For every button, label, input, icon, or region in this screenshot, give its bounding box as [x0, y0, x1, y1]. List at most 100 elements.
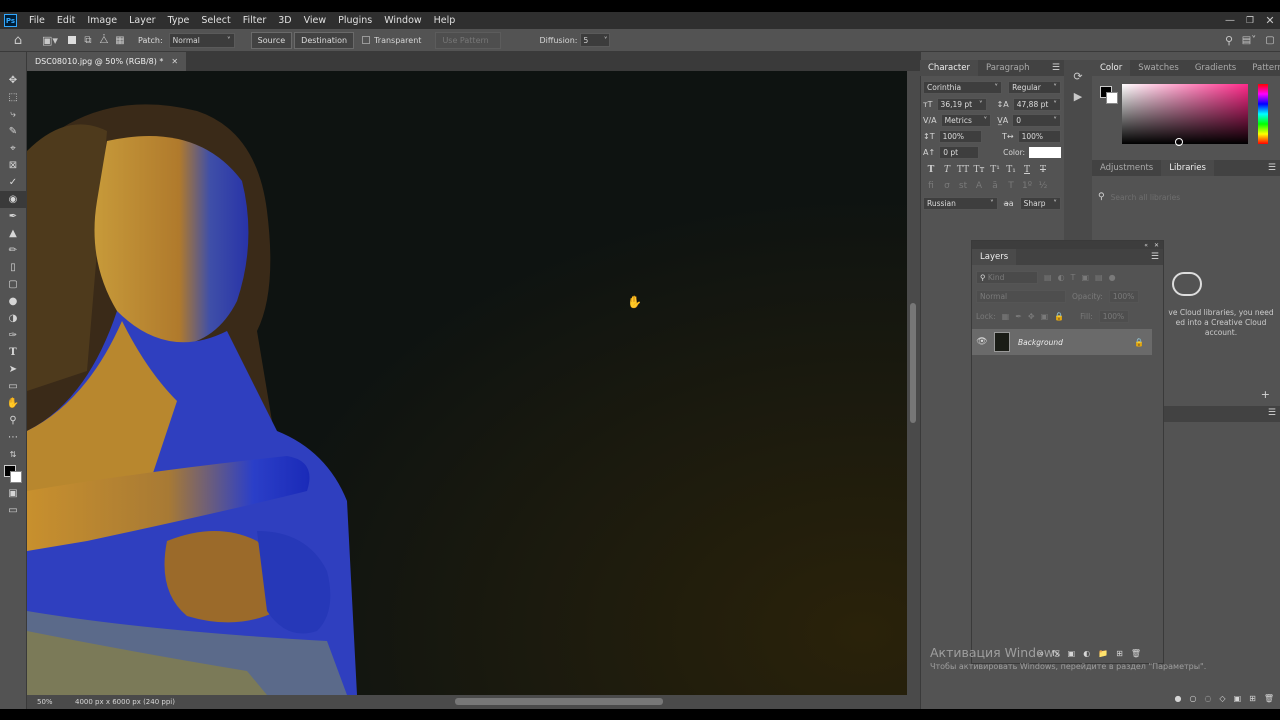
font-style-select[interactable]: Regular ˅ — [1008, 81, 1061, 94]
tracking-input[interactable]: 0 ˅ — [1012, 114, 1061, 127]
faux-italic-icon[interactable]: T — [939, 165, 955, 175]
frame-tool-icon[interactable]: ⊠ — [0, 157, 26, 174]
tab-character[interactable]: Character — [920, 60, 978, 76]
play-actions-icon[interactable]: ▶ — [1064, 86, 1092, 106]
small-caps-icon[interactable]: Tᴛ — [971, 165, 987, 175]
menu-image[interactable]: Image — [81, 15, 123, 26]
menu-plugins[interactable]: Plugins — [332, 15, 378, 26]
more-tools-icon[interactable]: ⋯ — [0, 429, 26, 446]
type-tool-icon[interactable]: T — [0, 344, 26, 361]
history-brush-tool-icon[interactable]: ✏ — [0, 242, 26, 259]
ligature-icon[interactable]: fi — [923, 181, 939, 191]
horizontal-scrollbar[interactable] — [455, 698, 663, 705]
diffusion-input[interactable]: 5 ˅ — [580, 33, 611, 47]
circle-outline-icon[interactable]: ○ — [1189, 694, 1196, 703]
lock-pixels-icon[interactable]: ✒ — [1015, 312, 1022, 321]
horizontal-scale-input[interactable]: 100% — [1017, 130, 1061, 143]
quick-mask-icon[interactable]: ▣ — [0, 485, 26, 502]
hue-slider[interactable] — [1258, 84, 1268, 144]
dodge-tool-icon[interactable]: ◑ — [0, 310, 26, 327]
visibility-eye-icon[interactable]: 👁 — [972, 337, 992, 347]
screen-mode-icon[interactable]: ▭ — [0, 502, 26, 519]
shape-filter-icon[interactable]: ▣ — [1081, 273, 1089, 282]
home-icon[interactable]: ⌂ — [0, 33, 36, 48]
vertical-scale-input[interactable]: 100% — [938, 130, 982, 143]
tab-adjustments[interactable]: Adjustments — [1092, 160, 1161, 176]
gradient-tool-icon[interactable]: ▢ — [0, 276, 26, 293]
menu-edit[interactable]: Edit — [51, 15, 81, 26]
panel-menu-icon[interactable]: ☰ — [1268, 163, 1280, 173]
use-pattern-button[interactable]: Use Pattern — [435, 31, 502, 49]
swash-icon[interactable]: A — [971, 181, 987, 191]
leading-input[interactable]: 47,88 pt ˅ — [1012, 98, 1061, 111]
patch-tool-icon[interactable]: ◉ — [0, 191, 26, 208]
history-icon[interactable]: ⟳ — [1064, 66, 1092, 86]
layer-name[interactable]: Background — [1018, 338, 1063, 347]
menu-help[interactable]: Help — [428, 15, 462, 26]
blur-tool-icon[interactable]: ● — [0, 293, 26, 310]
lock-artboard-icon[interactable]: ▣ — [1041, 312, 1049, 321]
hand-tool-icon[interactable]: ✋ — [0, 395, 26, 412]
close-icon[interactable]: ✕ — [1260, 14, 1280, 27]
marquee-tool-icon[interactable]: ⬚ — [0, 89, 26, 106]
text-color-swatch[interactable] — [1029, 147, 1061, 158]
brush-tool-icon[interactable]: ✒ — [0, 208, 26, 225]
menu-select[interactable]: Select — [195, 15, 236, 26]
vertical-scrollbar[interactable] — [907, 71, 920, 695]
tab-patterns[interactable]: Patterns — [1244, 60, 1280, 76]
font-size-input[interactable]: 36,19 pt ˅ — [936, 98, 987, 111]
collapse-icon[interactable]: « — [1144, 242, 1148, 249]
superscript-icon[interactable]: T¹ — [987, 165, 1003, 175]
path-selection-tool-icon[interactable]: ➤ — [0, 361, 26, 378]
blend-mode-select[interactable]: Normal — [976, 290, 1066, 303]
patch-select[interactable]: Normal ˅ — [168, 32, 235, 48]
tab-gradients[interactable]: Gradients — [1187, 60, 1244, 76]
lock-transparent-icon[interactable]: ▦ — [1002, 312, 1010, 321]
destination-button[interactable]: Destination — [294, 31, 355, 49]
font-family-select[interactable]: Corinthia ˅ — [923, 81, 1003, 94]
trash-icon[interactable]: 🗑 — [1264, 694, 1274, 703]
add-selection-icon[interactable]: ⧉ — [80, 35, 96, 46]
quick-selection-tool-icon[interactable]: ✎ — [0, 123, 26, 140]
all-caps-icon[interactable]: TT — [955, 165, 971, 175]
source-button[interactable]: Source — [250, 31, 293, 49]
lock-all-icon[interactable]: 🔒 — [1054, 312, 1064, 321]
background-color-swatch[interactable] — [10, 471, 22, 483]
dotted-circle-icon[interactable]: ◌ — [1204, 694, 1211, 703]
kerning-select[interactable]: Metrics ˅ — [940, 114, 992, 127]
fractions-icon[interactable]: ½ — [1035, 181, 1051, 191]
stylistic-alt-icon[interactable]: ã — [987, 181, 1003, 191]
color-field[interactable] — [1122, 84, 1248, 144]
crop-tool-icon[interactable]: ⌖ — [0, 140, 26, 157]
tab-layers[interactable]: Layers — [972, 249, 1017, 265]
mask-icon[interactable]: ▣ — [1234, 694, 1242, 703]
smart-filter-icon[interactable]: ▤ — [1095, 273, 1103, 282]
type-filter-icon[interactable]: T — [1071, 273, 1076, 282]
discretionary-ligature-icon[interactable]: st — [955, 181, 971, 191]
strikethrough-icon[interactable]: T — [1035, 165, 1051, 175]
adjustment-filter-icon[interactable]: ◐ — [1058, 273, 1065, 282]
lock-position-icon[interactable]: ✥ — [1028, 312, 1035, 321]
document-tab[interactable]: DSC08010.jpg @ 50% (RGB/8) * ✕ — [27, 52, 187, 71]
close-icon[interactable]: ✕ — [1154, 242, 1159, 249]
canvas-area[interactable]: ✋ — [27, 71, 907, 695]
swap-colors-icon[interactable]: ⇅ — [0, 446, 26, 463]
diamond-icon[interactable]: ◇ — [1219, 694, 1225, 703]
foreground-color-swatch[interactable] — [0, 463, 26, 485]
titling-icon[interactable]: T — [1003, 181, 1019, 191]
tab-color[interactable]: Color — [1092, 60, 1131, 76]
share-icon[interactable]: ▢ — [1260, 35, 1280, 46]
tab-paragraph[interactable]: Paragraph — [978, 60, 1038, 76]
new-selection-icon[interactable] — [64, 36, 80, 44]
restore-icon[interactable]: ❐ — [1240, 16, 1260, 26]
close-icon[interactable]: ✕ — [171, 57, 178, 66]
layer-row[interactable]: 👁 Background 🔒 — [972, 329, 1152, 355]
zoom-tool-icon[interactable]: ⚲ — [0, 412, 26, 429]
eyedropper-tool-icon[interactable]: ✓ — [0, 174, 26, 191]
menu-layer[interactable]: Layer — [123, 15, 162, 26]
contextual-alt-icon[interactable]: σ — [939, 181, 955, 191]
subtract-selection-icon[interactable]: ⧊ — [96, 35, 112, 46]
menu-file[interactable]: File — [23, 15, 51, 26]
tab-libraries[interactable]: Libraries — [1161, 160, 1214, 176]
filter-kind-select[interactable]: ⚲ Kind — [976, 271, 1038, 284]
